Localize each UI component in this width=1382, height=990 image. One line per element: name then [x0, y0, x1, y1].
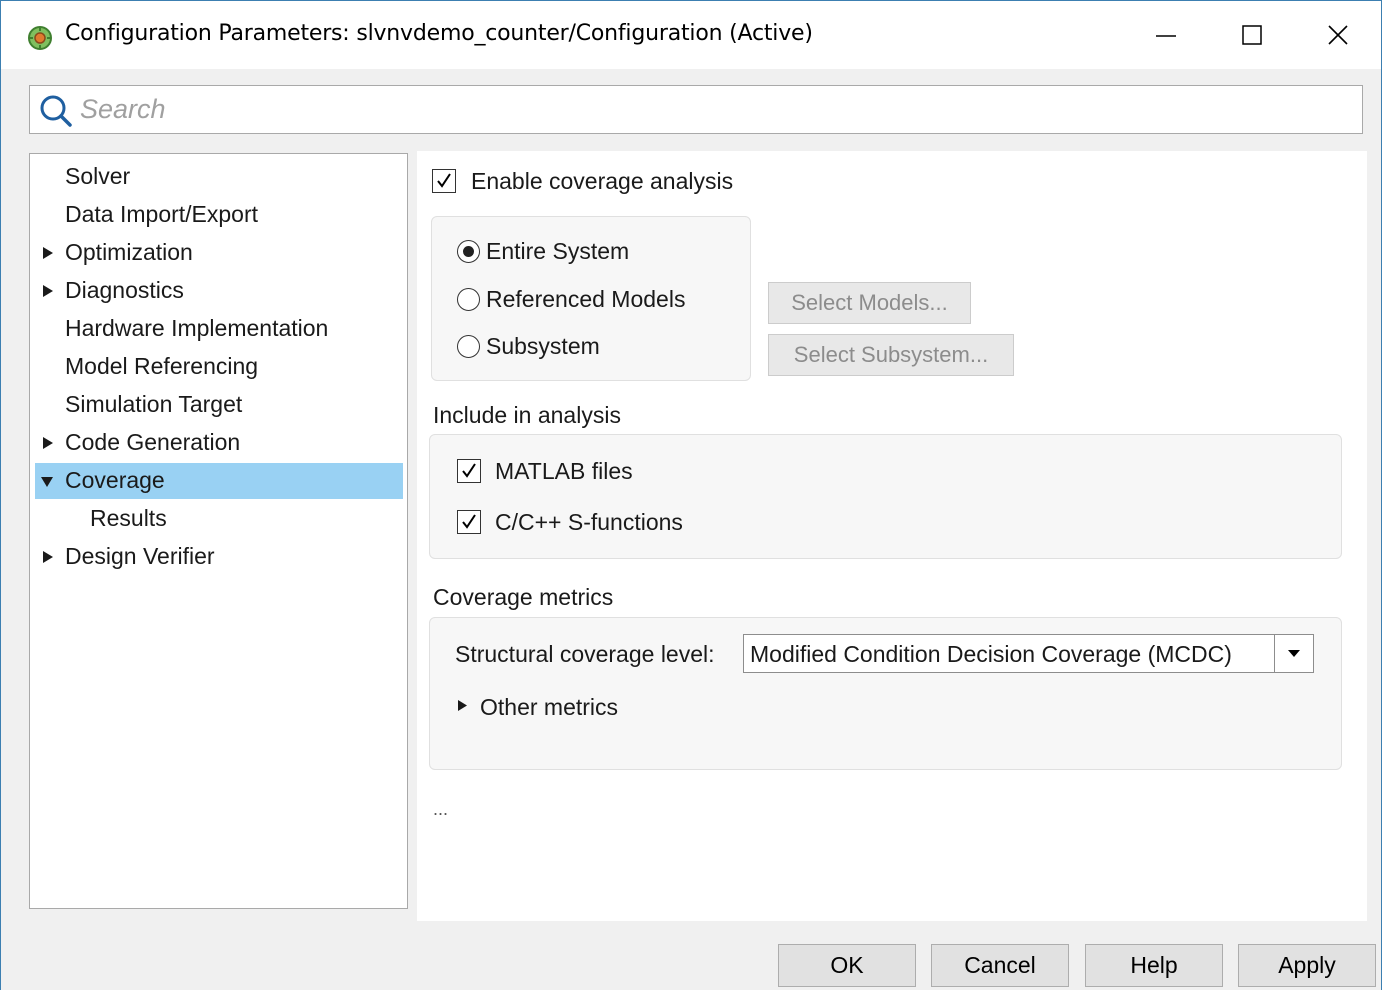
collapse-arrow-icon[interactable]: [40, 476, 54, 488]
structural-coverage-select[interactable]: Modified Condition Decision Coverage (MC…: [743, 634, 1314, 673]
window-title: Configuration Parameters: slvnvdemo_coun…: [65, 21, 813, 46]
chevron-down-icon: [1288, 650, 1300, 657]
tree-item-solver[interactable]: Solver: [35, 159, 403, 195]
enable-coverage-checkbox[interactable]: [432, 169, 456, 193]
tree-item-label: Code Generation: [65, 429, 241, 455]
matlab-files-checkbox[interactable]: [457, 459, 481, 483]
maximize-button[interactable]: [1229, 13, 1275, 57]
expand-arrow-icon[interactable]: [42, 436, 54, 450]
tree-item-label: Solver: [65, 163, 131, 189]
title-bar: Configuration Parameters: slvnvdemo_coun…: [1, 1, 1381, 69]
tree-item-results[interactable]: Results: [35, 501, 403, 537]
check-icon: [462, 514, 476, 529]
maximize-icon: [1242, 25, 1262, 45]
entire-system-radio[interactable]: [457, 240, 480, 263]
metrics-heading: Coverage metrics: [433, 584, 614, 610]
check-icon: [462, 463, 476, 478]
close-button[interactable]: [1315, 13, 1361, 57]
entire-system-label: Entire System: [486, 238, 630, 264]
matlab-files-label: MATLAB files: [495, 458, 633, 484]
search-input[interactable]: [80, 92, 1340, 126]
tree-item-label: Hardware Implementation: [65, 315, 329, 341]
referenced-models-label: Referenced Models: [486, 286, 686, 312]
sfunctions-checkbox[interactable]: [457, 510, 481, 534]
simulink-app-icon: [28, 26, 52, 50]
tree-item-optimization[interactable]: Optimization: [35, 235, 403, 271]
expand-arrow-icon[interactable]: [457, 699, 468, 712]
subsystem-label: Subsystem: [486, 333, 600, 359]
tree-item-label: Results: [90, 505, 167, 531]
close-icon: [1328, 25, 1348, 45]
expand-arrow-icon[interactable]: [42, 246, 54, 260]
include-group: [429, 434, 1342, 559]
tree-item-label: Data Import/Export: [65, 201, 259, 227]
subsystem-radio[interactable]: [457, 335, 480, 358]
tree-item-code-generation[interactable]: Code Generation: [35, 425, 403, 461]
expand-arrow-icon[interactable]: [42, 550, 54, 564]
ok-button[interactable]: OK: [778, 944, 916, 987]
config-params-window: Configuration Parameters: slvnvdemo_coun…: [0, 0, 1382, 990]
tree-item-label: Diagnostics: [65, 277, 184, 303]
tree-item-label: Coverage: [65, 467, 165, 493]
apply-button[interactable]: Apply: [1238, 944, 1376, 987]
enable-coverage-label: Enable coverage analysis: [471, 168, 734, 194]
tree-item-label: Design Verifier: [65, 543, 215, 569]
more-settings-ellipsis: ...: [433, 799, 449, 819]
include-heading: Include in analysis: [433, 402, 621, 428]
tree-item-label: Model Referencing: [65, 353, 259, 379]
structural-coverage-label: Structural coverage level:: [455, 641, 715, 667]
help-button[interactable]: Help: [1085, 944, 1223, 987]
structural-coverage-value: Modified Condition Decision Coverage (MC…: [750, 641, 1232, 667]
sfunctions-label: C/C++ S-functions: [495, 509, 683, 535]
cancel-button[interactable]: Cancel: [931, 944, 1069, 987]
tree-item-data-import-export[interactable]: Data Import/Export: [35, 197, 403, 233]
referenced-models-radio[interactable]: [457, 288, 480, 311]
tree-item-coverage[interactable]: Coverage: [35, 463, 403, 499]
tree-item-hardware-implementation[interactable]: Hardware Implementation: [35, 311, 403, 347]
tree-item-design-verifier[interactable]: Design Verifier: [35, 539, 403, 575]
check-icon: [437, 173, 451, 188]
tree-item-label: Simulation Target: [65, 391, 243, 417]
tree-item-label: Optimization: [65, 239, 193, 265]
tree-item-diagnostics[interactable]: Diagnostics: [35, 273, 403, 309]
coverage-pane: Enable coverage analysis Entire System R…: [417, 151, 1367, 921]
minimize-button[interactable]: [1143, 13, 1189, 57]
tree-item-simulation-target[interactable]: Simulation Target: [35, 387, 403, 423]
expand-arrow-icon[interactable]: [42, 284, 54, 298]
minimize-icon: [1156, 35, 1176, 37]
dropdown-button[interactable]: [1274, 635, 1313, 672]
select-models-button[interactable]: Select Models...: [768, 282, 971, 324]
tree-item-model-referencing[interactable]: Model Referencing: [35, 349, 403, 385]
category-tree: Solver Data Import/Export Optimization D…: [29, 153, 408, 909]
select-subsystem-button[interactable]: Select Subsystem...: [768, 334, 1014, 376]
radio-selected-dot: [463, 246, 474, 257]
search-box[interactable]: [29, 85, 1363, 134]
other-metrics-toggle[interactable]: Other metrics: [480, 694, 618, 721]
search-icon: [40, 95, 72, 127]
